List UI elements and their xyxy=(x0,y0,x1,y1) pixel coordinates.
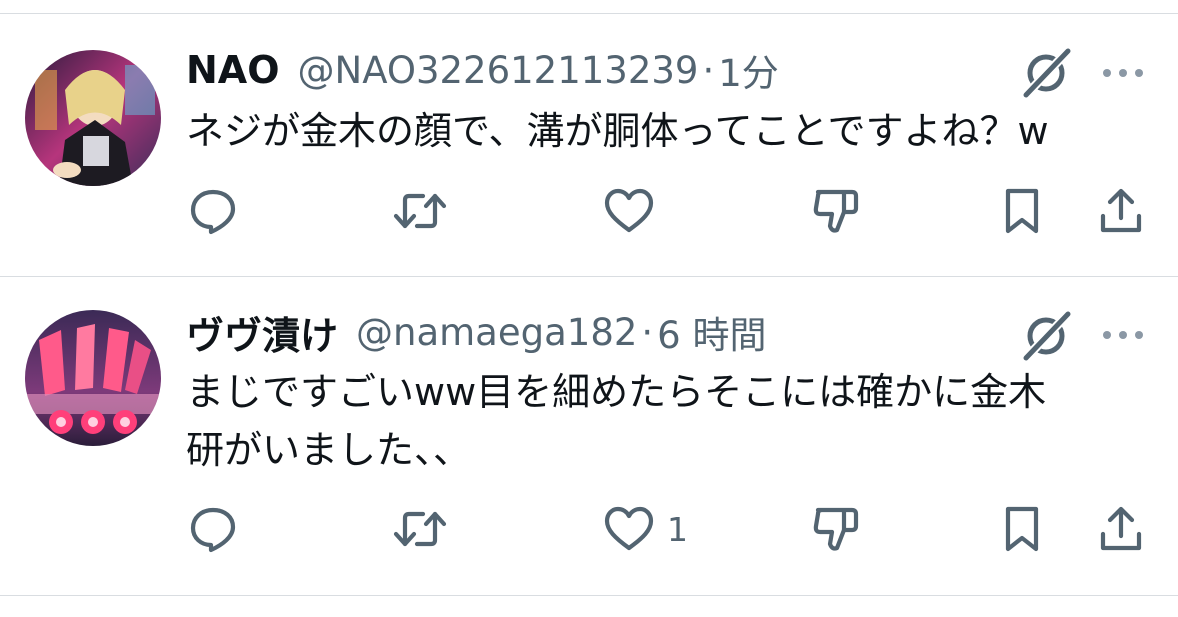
reply-button[interactable] xyxy=(188,186,238,236)
tweet-text-line: まじですごいww目を細めたらそこには確かに金木 xyxy=(186,370,1047,414)
like-count: 1 xyxy=(667,509,688,549)
like-button[interactable] xyxy=(603,186,667,236)
retweet-icon xyxy=(393,511,447,547)
share-button[interactable] xyxy=(1098,504,1144,554)
tweet-header: NAO @NAO322612113239 · 1分 xyxy=(186,40,779,100)
avatar[interactable] xyxy=(25,50,161,186)
more-icon[interactable] xyxy=(1100,325,1146,345)
tweet-text: まじですごいww目を細めたらそこには確かに金木 研がいました、、 xyxy=(186,363,1156,479)
tweet[interactable]: NAO @NAO322612113239 · 1分 ネジが金木の顔で、溝が胴体っ… xyxy=(0,14,1178,276)
tweet[interactable]: ヴヴ漬け @namaega182 · 6 時間 まじですごいww目を細めたらそこ… xyxy=(0,277,1178,595)
reply-icon xyxy=(190,189,236,235)
bookmark-button[interactable] xyxy=(1000,186,1044,236)
bookmark-icon xyxy=(1005,188,1039,234)
timestamp[interactable]: 1分 xyxy=(718,43,779,97)
dislike-button[interactable] xyxy=(810,186,860,236)
retweet-button[interactable] xyxy=(393,504,447,554)
display-name[interactable]: ヴヴ漬け xyxy=(186,305,338,360)
like-icon xyxy=(604,188,654,233)
retweet-button[interactable] xyxy=(393,186,447,236)
handle[interactable]: @NAO322612113239 xyxy=(298,49,699,92)
tweet-text-line: ネジが金木の顔で、溝が胴体ってことですよね？w xyxy=(186,109,1049,153)
handle[interactable]: @namaega182 xyxy=(356,311,637,354)
share-icon xyxy=(1100,506,1142,551)
tweet-text: ネジが金木の顔で、溝が胴体ってことですよね？w xyxy=(186,102,1156,160)
like-icon xyxy=(604,506,654,551)
share-button[interactable] xyxy=(1098,186,1144,236)
dislike-icon xyxy=(813,189,859,233)
like-button[interactable]: 1 xyxy=(603,504,688,554)
grok-icon[interactable] xyxy=(1020,45,1074,99)
retweet-icon xyxy=(393,193,447,229)
bookmark-icon xyxy=(1005,506,1039,552)
grok-icon[interactable] xyxy=(1020,308,1074,362)
dislike-icon xyxy=(813,507,859,551)
reply-icon xyxy=(190,507,236,553)
avatar[interactable] xyxy=(25,310,161,446)
dislike-button[interactable] xyxy=(810,504,860,554)
separator: · xyxy=(702,48,715,92)
more-icon[interactable] xyxy=(1100,63,1146,83)
reply-button[interactable] xyxy=(188,504,238,554)
share-icon xyxy=(1100,188,1142,233)
tweet-header: ヴヴ漬け @namaega182 · 6 時間 xyxy=(186,302,766,362)
timestamp[interactable]: 6 時間 xyxy=(657,305,766,359)
bottom-divider xyxy=(0,595,1178,596)
separator: · xyxy=(641,310,654,354)
tweet-text-line: 研がいました、、 xyxy=(186,428,472,472)
display-name[interactable]: NAO xyxy=(186,48,280,92)
bookmark-button[interactable] xyxy=(1000,504,1044,554)
